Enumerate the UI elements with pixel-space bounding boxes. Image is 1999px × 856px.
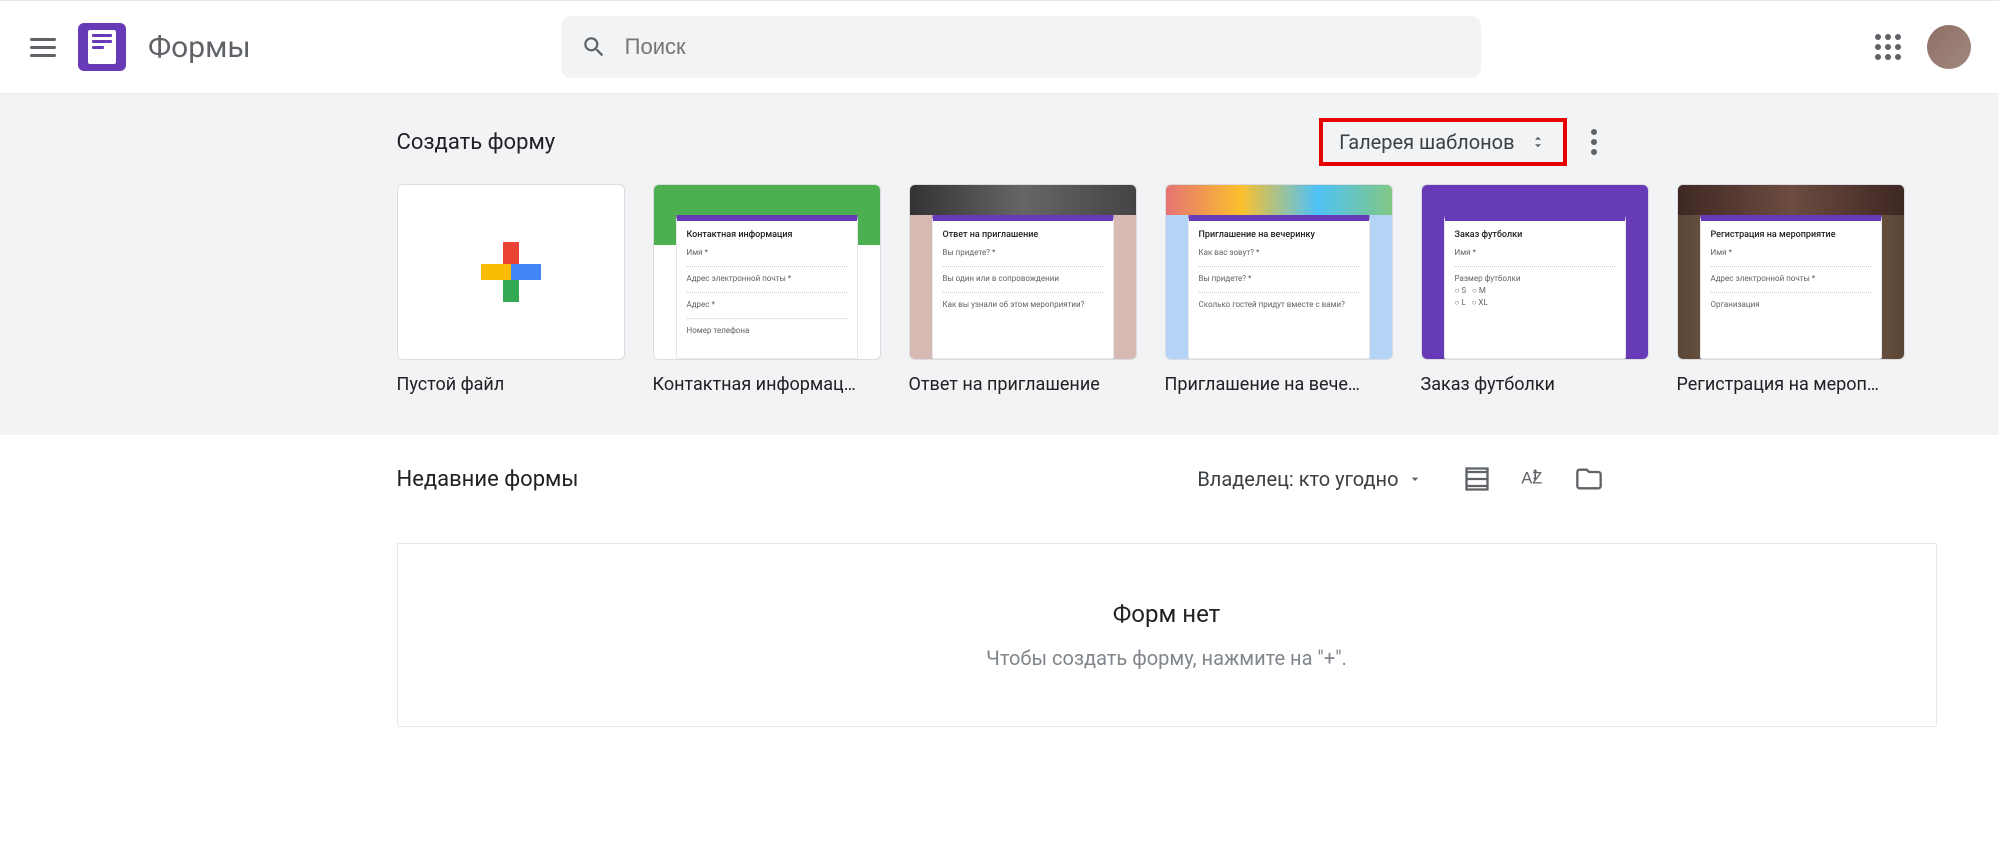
top-bar: Формы: [0, 0, 1999, 94]
main-menu-button[interactable]: [28, 31, 60, 63]
template-label: Регистрация на мероп…: [1677, 374, 1905, 395]
owner-filter-dropdown[interactable]: Владелец: кто угодно: [1197, 467, 1422, 491]
template-thumb: Ответ на приглашениеВы придете? *Вы один…: [909, 184, 1137, 360]
template-card-contact[interactable]: Контактная информацияИмя *Адрес электрон…: [653, 184, 881, 395]
templates-row: Пустой файл Контактная информацияИмя *Ад…: [397, 184, 1603, 395]
recent-title: Недавние формы: [397, 467, 579, 492]
recent-tools: Владелец: кто угодно AZ: [1197, 465, 1602, 493]
view-tools: AZ: [1463, 465, 1603, 493]
owner-filter-label: Владелец: кто угодно: [1197, 467, 1398, 491]
app-title: Формы: [148, 30, 251, 65]
top-bar-right: [1875, 25, 1971, 69]
template-thumb: Заказ футболкиИмя *Размер футболки○ S ○ …: [1421, 184, 1649, 360]
empty-state: Форм нет Чтобы создать форму, нажмите на…: [397, 543, 1937, 727]
templates-header: Создать форму Галерея шаблонов: [397, 118, 1603, 166]
template-gallery-label: Галерея шаблонов: [1339, 130, 1514, 154]
templates-header-right: Галерея шаблонов: [1319, 118, 1602, 166]
template-label: Приглашение на вече…: [1165, 374, 1393, 395]
template-gallery-button[interactable]: Галерея шаблонов: [1319, 118, 1566, 166]
unfold-icon: [1529, 133, 1547, 151]
search-icon: [581, 34, 607, 60]
top-bar-left: Формы: [28, 23, 251, 71]
dropdown-icon: [1407, 471, 1423, 487]
template-card-party[interactable]: Приглашение на вечеринкуКак вас зовут? *…: [1165, 184, 1393, 395]
plus-icon: [481, 242, 541, 302]
empty-subtitle: Чтобы создать форму, нажмите на "+".: [418, 646, 1916, 670]
svg-text:AZ: AZ: [1521, 470, 1542, 488]
template-thumb: Регистрация на мероприятиеИмя *Адрес эле…: [1677, 184, 1905, 360]
templates-section: Создать форму Галерея шаблонов Пустой ф: [0, 94, 1999, 435]
google-apps-button[interactable]: [1875, 34, 1901, 60]
recent-section: Недавние формы Владелец: кто угодно AZ Ф…: [0, 435, 1999, 757]
template-label: Ответ на приглашение: [909, 374, 1137, 395]
template-thumb: Приглашение на вечеринкуКак вас зовут? *…: [1165, 184, 1393, 360]
template-card-tshirt[interactable]: Заказ футболкиИмя *Размер футболки○ S ○ …: [1421, 184, 1649, 395]
search-wrap: [561, 16, 1481, 78]
templates-more-button[interactable]: [1585, 123, 1603, 161]
template-label: Контактная информац…: [653, 374, 881, 395]
folder-icon[interactable]: [1575, 465, 1603, 493]
forms-logo-icon[interactable]: [78, 23, 126, 71]
account-avatar[interactable]: [1927, 25, 1971, 69]
search-bar[interactable]: [561, 16, 1481, 78]
template-card-rsvp[interactable]: Ответ на приглашениеВы придете? *Вы один…: [909, 184, 1137, 395]
template-label: Пустой файл: [397, 374, 625, 395]
list-view-icon[interactable]: [1463, 465, 1491, 493]
template-card-blank[interactable]: Пустой файл: [397, 184, 625, 395]
template-label: Заказ футболки: [1421, 374, 1649, 395]
templates-title: Создать форму: [397, 130, 556, 155]
template-thumb: Контактная информацияИмя *Адрес электрон…: [653, 184, 881, 360]
search-input[interactable]: [625, 34, 1461, 60]
template-thumb-blank: [397, 184, 625, 360]
empty-title: Форм нет: [418, 600, 1916, 628]
recent-header: Недавние формы Владелец: кто угодно AZ: [397, 465, 1603, 493]
sort-az-icon[interactable]: AZ: [1519, 465, 1547, 493]
template-card-event[interactable]: Регистрация на мероприятиеИмя *Адрес эле…: [1677, 184, 1905, 395]
